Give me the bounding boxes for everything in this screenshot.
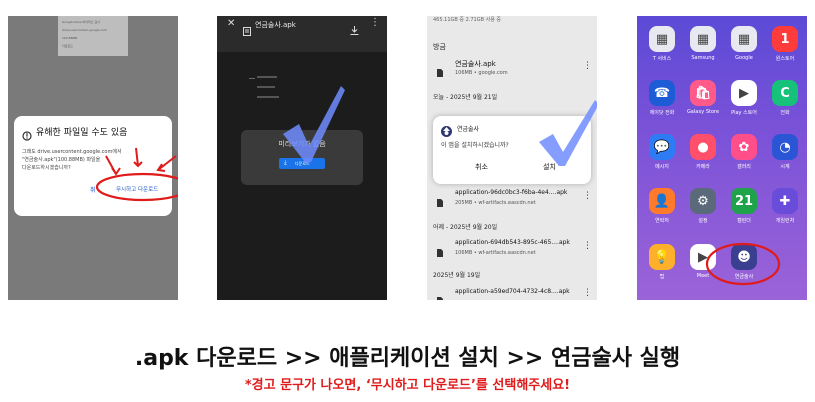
adot-phone-icon: ☎: [649, 80, 675, 106]
onestore-icon: 1: [772, 26, 798, 52]
app-play-store[interactable]: ▶ Play 스토어: [723, 80, 765, 116]
app-label: Samsung: [691, 55, 715, 61]
download-icon[interactable]: [350, 20, 359, 39]
samsung-icon: ▦: [690, 26, 716, 52]
app-calendar[interactable]: 21 캘린더: [723, 188, 765, 224]
app-tips[interactable]: 💡 팁: [641, 244, 683, 280]
section-header: 오늘 - 2025년 9월 21일: [433, 94, 498, 101]
game-launcher-icon: ✚: [772, 188, 798, 214]
file-icon: [437, 290, 443, 300]
app-onestore[interactable]: 1 원스토어: [764, 26, 806, 62]
tips-icon: 💡: [649, 244, 675, 270]
app-label: 전화: [780, 110, 790, 116]
app-label: T 서비스: [652, 56, 672, 62]
close-icon[interactable]: ✕: [227, 18, 235, 29]
app-label: 갤러리: [737, 164, 751, 170]
more-icon[interactable]: ⋮: [583, 241, 592, 251]
gallery-icon: ✿: [731, 134, 757, 160]
file-icon: [437, 62, 443, 81]
contacts-icon: 👤: [649, 188, 675, 214]
app-label: 게임런처: [775, 218, 795, 224]
settings-icon: ⚙: [690, 188, 716, 214]
app-label: Google: [735, 55, 753, 61]
galaxy-store-icon: 🛍: [690, 80, 716, 106]
app-label: Play 스토어: [731, 110, 757, 116]
file-meta: 106MB • google.com: [455, 70, 508, 76]
headline: .apk 다운로드 >> 애플리케이션 설치 >> 연금술사 실행: [134, 346, 681, 371]
app-settings[interactable]: ⚙ 설정: [682, 188, 724, 224]
file-name: 연금술사.apk: [255, 21, 296, 29]
more-icon[interactable]: ⋮: [583, 61, 592, 71]
play-store-icon: ▶: [731, 80, 757, 106]
camera-icon: ●: [690, 134, 716, 160]
app-label: 원스토어: [775, 56, 795, 62]
app-label: 에이닷 전화: [649, 110, 675, 116]
red-circle-annotation: [705, 242, 781, 286]
app-label: 설정: [698, 218, 708, 224]
document-icon: [243, 21, 251, 40]
warning-note: *경고 문구가 나오면, ‘무시하고 다운로드’를 선택해주세요!: [244, 378, 571, 393]
app-camera[interactable]: ● 카메라: [682, 134, 724, 170]
google-icon: ▦: [731, 26, 757, 52]
screenshot-preview: ✕ 연금술사.apk ⋮ 미리보기가 없음 ⤓ 다운로드: [217, 16, 387, 300]
app-contacts[interactable]: 👤 연락처: [641, 188, 683, 224]
app-label: 카메라: [696, 164, 710, 170]
screenshot-homescreen: ▦ T 서비스 ▦ Samsung ▦ Google 1 원스토어 ☎ 에이닷 전화 🛍 Galaxy…: [637, 16, 807, 300]
check-mark-icon: [539, 100, 597, 166]
app-name: 연금술사: [457, 126, 480, 133]
more-icon[interactable]: ⋮: [370, 17, 380, 28]
app-label: Galaxy Store: [686, 109, 720, 115]
app-adot-phone[interactable]: ☎ 에이닷 전화: [641, 80, 683, 116]
file-icon: [437, 242, 443, 261]
app-google[interactable]: ▦ Google: [723, 26, 765, 61]
section-header: 방금: [433, 43, 446, 51]
tservice-icon: ▦: [649, 26, 675, 52]
app-galaxy-store[interactable]: 🛍 Galaxy Store: [682, 80, 724, 115]
check-mark-icon: [283, 86, 345, 162]
app-label: 캘린더: [737, 218, 751, 224]
screenshot-install: 465.11GB 중 2.71GB 사용 중 방금 연금술사.apk 106MB…: [427, 16, 597, 300]
storage-info: 465.11GB 중 2.71GB 사용 중: [433, 17, 501, 23]
file-name[interactable]: application-96dc0bc3-f6ba-4e4....apk: [455, 189, 567, 196]
more-icon[interactable]: ⋮: [583, 288, 592, 298]
app-samsung[interactable]: ▦ Samsung: [682, 26, 724, 61]
file-name[interactable]: application-a59ed704-4732-4c8....apk: [455, 288, 570, 295]
install-question: 이 앱을 설치하시겠습니까?: [441, 142, 509, 149]
messages-icon: 💬: [649, 134, 675, 160]
app-game-launcher[interactable]: ✚ 게임런처: [764, 188, 806, 224]
phone-icon: C: [772, 80, 798, 106]
app-avatar-icon: [441, 122, 452, 141]
app-label: 연락처: [655, 218, 669, 224]
more-icon[interactable]: ⋮: [583, 191, 592, 201]
app-gallery[interactable]: ✿ 갤러리: [723, 134, 765, 170]
section-header: 2025년 9월 19일: [433, 272, 481, 279]
clock-icon: ◔: [772, 134, 798, 160]
section-header: 어제 - 2025년 9월 20일: [433, 224, 498, 231]
app-messages[interactable]: 💬 메시지: [641, 134, 683, 170]
app-label: 시계: [780, 164, 790, 170]
app-label: 팁: [659, 274, 665, 280]
file-meta: 205MB • wf-artifacts.eascdn.net: [455, 200, 536, 206]
app-tservice[interactable]: ▦ T 서비스: [641, 26, 683, 62]
app-phone[interactable]: C 전화: [764, 80, 806, 116]
app-label: 메시지: [655, 164, 669, 170]
app-clock[interactable]: ◔ 시계: [764, 134, 806, 170]
calendar-icon: 21: [731, 188, 757, 214]
file-meta: 106MB • wf-artifacts.eascdn.net: [455, 250, 536, 256]
screenshot-warning: Google Drive 바이러스 검사 drive.usercontent.g…: [8, 16, 178, 300]
file-name[interactable]: application-694db543-895c-465....apk: [455, 239, 570, 246]
cancel-button[interactable]: 취소: [475, 162, 488, 172]
red-annotation: [95, 147, 178, 202]
file-name[interactable]: 연금술사.apk: [455, 59, 496, 69]
file-icon: [437, 192, 443, 211]
